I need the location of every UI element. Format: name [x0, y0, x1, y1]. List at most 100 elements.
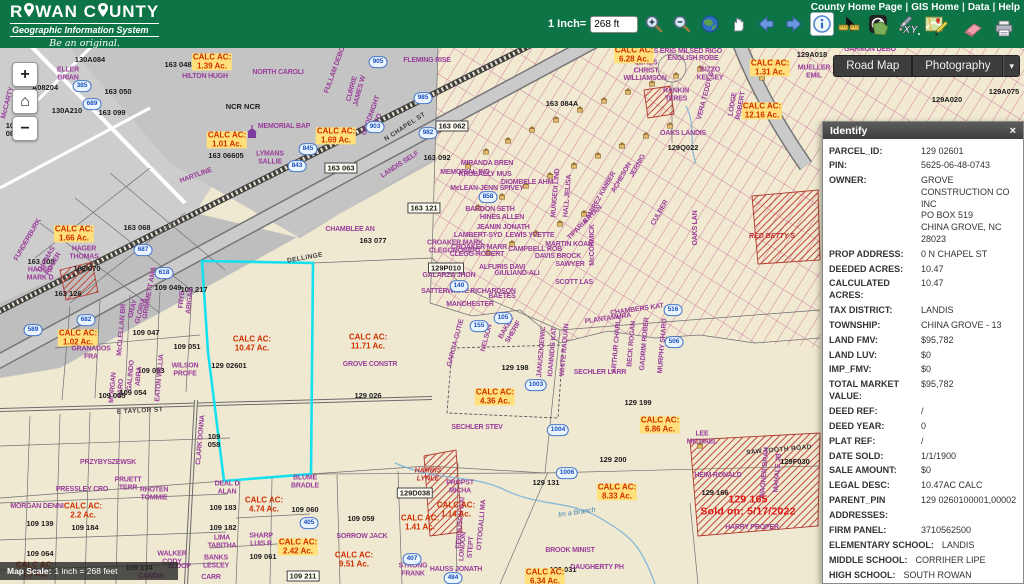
- identify-field-value: 10.47: [921, 264, 1017, 276]
- back-arrow-icon[interactable]: [754, 12, 778, 36]
- identify-row: DEED YEAR:0: [829, 419, 1017, 434]
- identify-field-label: FIRM PANEL:: [829, 525, 921, 537]
- identify-field-label: LAND LUV:: [829, 350, 921, 362]
- identify-field-value: 129 02601: [921, 146, 1017, 158]
- identify-field-value: $95,782: [921, 379, 1017, 402]
- identify-field-label: LEGAL DESC:: [829, 480, 921, 492]
- road-map-button[interactable]: Road Map: [833, 55, 912, 77]
- identify-field-value: $0: [921, 350, 1017, 362]
- identify-row: PROP ADDRESS:0 N CHAPEL ST: [829, 247, 1017, 262]
- basemap-switcher: Road Map Photography ▾: [833, 55, 1020, 77]
- identify-field-value: $0: [921, 364, 1017, 376]
- logo-title: R WAN C UNTY: [10, 2, 159, 22]
- identify-field-label: TAX DISTRICT:: [829, 305, 921, 317]
- photography-button[interactable]: Photography: [912, 55, 1003, 77]
- draw-pencil-icon[interactable]: [930, 17, 954, 41]
- identify-row: FIRM PANEL:3710562500: [829, 523, 1017, 538]
- header-right: County Home Page|GIS Home|Data|Help XY: [811, 2, 1020, 41]
- identify-field-label: TOWNSHIP:: [829, 320, 921, 332]
- identify-row: PARENT_PIN129 0260100001,00002: [829, 494, 1017, 509]
- utility-toolbar: XY: [811, 17, 1020, 41]
- identify-row: PARCEL_ID:129 02601: [829, 144, 1017, 159]
- identify-field-label: PLAT REF:: [829, 436, 921, 448]
- identify-row: LAND LUV:$0: [829, 348, 1017, 363]
- identify-row: PLAT REF:/: [829, 434, 1017, 449]
- identify-row: LEGAL DESC:10.47AC CALC: [829, 479, 1017, 494]
- zoom-in-icon[interactable]: [642, 12, 666, 36]
- identify-row: TAX DISTRICT:LANDIS: [829, 303, 1017, 318]
- close-icon[interactable]: ×: [1010, 125, 1016, 137]
- identify-panel-title: Identify: [830, 125, 867, 137]
- full-extent-globe-icon[interactable]: [698, 12, 722, 36]
- top-link[interactable]: County Home Page: [811, 2, 903, 13]
- top-link[interactable]: GIS Home: [911, 2, 959, 13]
- logo-subtitle: Geographic Information System: [10, 23, 159, 37]
- pan-hand-icon[interactable]: [726, 12, 750, 36]
- identify-field-label: HIGH SCHOOL:: [829, 570, 904, 582]
- identify-field-value: 1/1/1900: [921, 451, 1017, 463]
- identify-field-label: IMP_FMV:: [829, 364, 921, 376]
- zoom-out-icon[interactable]: [670, 12, 694, 36]
- identify-row: LAND FMV:$95,782: [829, 333, 1017, 348]
- top-links: County Home Page|GIS Home|Data|Help: [811, 2, 1020, 13]
- identify-field-value: SOUTH ROWAN: [904, 570, 1018, 582]
- forward-arrow-icon[interactable]: [782, 12, 806, 36]
- scale-input[interactable]: [590, 16, 638, 33]
- link-separator: |: [993, 2, 996, 13]
- link-separator: |: [962, 2, 965, 13]
- map-scale-value: 1 inch = 268 feet: [54, 566, 117, 576]
- header-bar: R WAN C UNTY Geographic Information System…: [0, 0, 1024, 48]
- identify-field-label: CALCULATED ACRES:: [829, 278, 921, 301]
- identify-row: MIDDLE SCHOOL:CORRIHER LIPE: [829, 553, 1017, 568]
- identify-row: DEED REF:/: [829, 404, 1017, 419]
- zoom-in-button[interactable]: +: [12, 62, 38, 87]
- logo-text: R: [10, 2, 23, 22]
- logo-text: WAN C: [35, 2, 97, 22]
- identify-field-value: CHINA GROVE - 13: [921, 320, 1017, 332]
- identify-field-value: CORRIHER LIPE: [916, 555, 1018, 567]
- identify-field-value: /: [921, 406, 1017, 418]
- top-link[interactable]: Data: [968, 2, 990, 13]
- svg-text:XY: XY: [902, 24, 919, 36]
- identify-row: HIGH SCHOOL:SOUTH ROWAN: [829, 568, 1017, 583]
- identify-row: DATE SOLD:1/1/1900: [829, 449, 1017, 464]
- identify-field-label: PIN:: [829, 160, 921, 172]
- print-icon[interactable]: [992, 17, 1016, 41]
- basemap-dropdown-caret[interactable]: ▾: [1003, 55, 1020, 77]
- measure-tape-icon[interactable]: [837, 17, 861, 41]
- identify-field-value: 10.47AC CALC: [921, 480, 1017, 492]
- identify-field-value: LANDIS: [921, 305, 1017, 317]
- identify-panel: Identify × PARCEL_ID:129 02601PIN:5625-0…: [822, 121, 1024, 584]
- area-measure-icon[interactable]: [868, 17, 892, 41]
- identify-field-value: GROVE CONSTRUCTION CO INC PO BOX 519 CHI…: [921, 175, 1017, 245]
- identify-row: OWNER:GROVE CONSTRUCTION CO INC PO BOX 5…: [829, 174, 1017, 247]
- rowan-county-logo: R WAN C UNTY Geographic Information System…: [10, 2, 159, 49]
- logo-text: UNTY: [109, 2, 159, 22]
- identify-field-value: LANDIS: [942, 540, 1017, 552]
- zoom-out-button[interactable]: −: [12, 116, 38, 141]
- identify-field-value: 0: [921, 421, 1017, 433]
- identify-row: TOWNSHIP:CHINA GROVE - 13: [829, 318, 1017, 333]
- map-scale-bar: Map Scale: 1 inch = 268 feet: [0, 562, 178, 580]
- gis-application: R WAN C UNTY Geographic Information System…: [0, 0, 1024, 584]
- identify-field-value: 0 N CHAPEL ST: [921, 249, 1017, 261]
- identify-row: IMP_FMV:$0: [829, 363, 1017, 378]
- identify-field-value: 3710562500: [921, 525, 1017, 537]
- identify-field-label: MIDDLE SCHOOL:: [829, 555, 916, 567]
- identify-field-label: PROP ADDRESS:: [829, 249, 921, 261]
- top-link[interactable]: Help: [998, 2, 1020, 13]
- link-separator: |: [905, 2, 908, 13]
- identify-field-value: 5625-06-48-0743: [921, 160, 1017, 172]
- identify-row: ADDRESSES:: [829, 508, 1017, 523]
- identify-field-label: TOTAL MARKET VALUE:: [829, 379, 921, 402]
- map-pin-icon: [24, 2, 34, 22]
- eraser-icon[interactable]: [961, 17, 985, 41]
- identify-row: SALE AMOUNT:$0: [829, 464, 1017, 479]
- identify-field-label: LAND FMV:: [829, 335, 921, 347]
- zoom-home-button[interactable]: ⌂: [12, 89, 38, 114]
- xy-coordinates-icon[interactable]: XY: [899, 17, 923, 41]
- identify-field-label: SALE AMOUNT:: [829, 465, 921, 477]
- identify-field-label: PARCEL_ID:: [829, 146, 921, 158]
- identify-field-label: DEED YEAR:: [829, 421, 921, 433]
- identify-field-value: /: [921, 436, 1017, 448]
